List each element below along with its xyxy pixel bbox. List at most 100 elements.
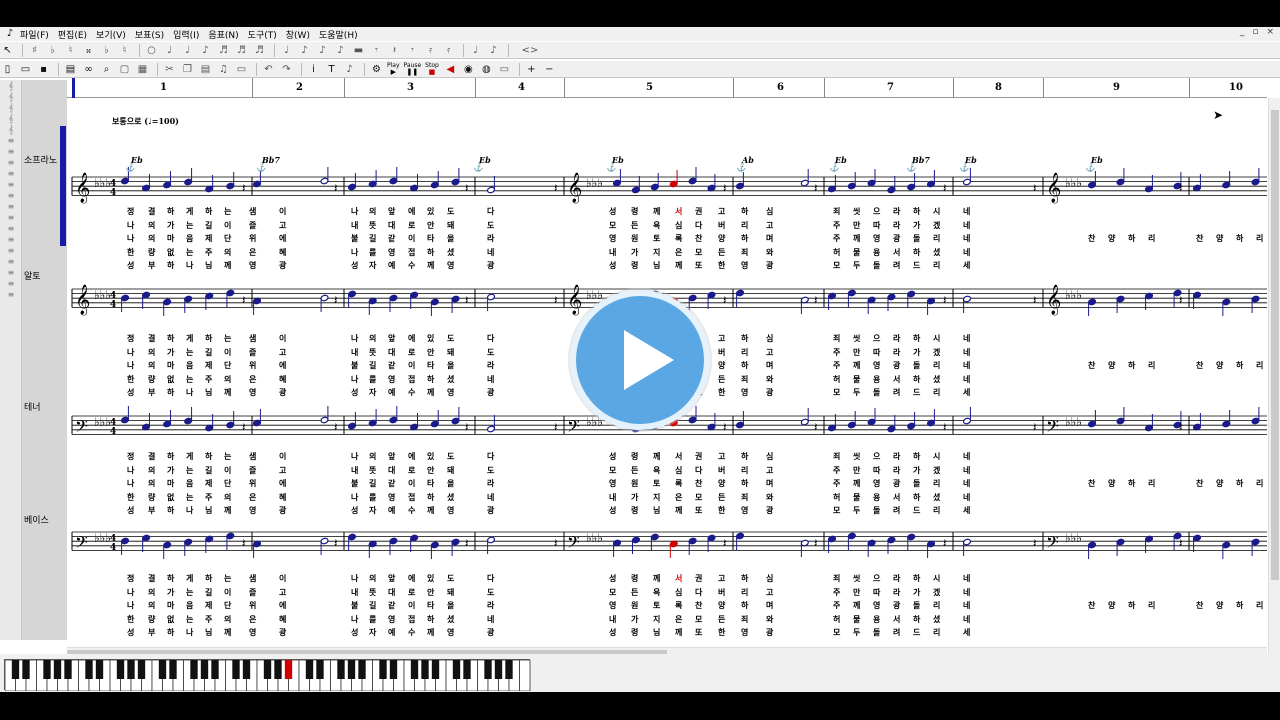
triplet-note-icon[interactable]: ♪ (315, 43, 330, 58)
half-note-icon[interactable]: ♩ (162, 43, 177, 58)
piano-black-key[interactable] (358, 660, 366, 679)
staff-icon[interactable]: ≡ (0, 267, 22, 278)
quarter-rest-icon[interactable]: 𝄽 (387, 43, 402, 58)
whole-note-icon[interactable]: ○ (144, 43, 159, 58)
piano-black-key[interactable] (190, 660, 198, 679)
piano-black-key[interactable] (431, 660, 440, 679)
piano-black-key[interactable] (379, 660, 387, 679)
piano-black-key[interactable] (337, 660, 345, 679)
staff-icon[interactable]: ≡ (0, 245, 22, 256)
half-rest-icon[interactable]: 𝄾 (369, 43, 384, 58)
clef-icon[interactable]: 𝄞 (0, 102, 22, 113)
sixteenth-note-icon[interactable]: ♬ (216, 43, 231, 58)
video-play-button[interactable] (570, 290, 710, 430)
piano-black-key[interactable] (410, 660, 419, 679)
clef-icon[interactable]: 𝄞 (0, 113, 22, 124)
menu-note[interactable]: 음표(N) (208, 28, 238, 41)
piano-black-key[interactable] (284, 660, 293, 679)
whole-rest-icon[interactable]: ▬ (351, 43, 366, 58)
staff-icon[interactable]: ≡ (0, 179, 22, 190)
staff-icon[interactable]: ≡ (0, 289, 22, 300)
minimize-button[interactable]: _ (1240, 27, 1245, 37)
metronome-icon[interactable]: ⚙ (369, 62, 384, 77)
piano-black-key[interactable] (64, 660, 72, 679)
open-file-icon[interactable]: ▭ (18, 62, 33, 77)
piano-black-key[interactable] (158, 660, 167, 679)
delete-icon[interactable]: ▭ (234, 62, 249, 77)
staff-icon[interactable]: ≡ (0, 168, 22, 179)
staff-icon[interactable]: ≡ (0, 234, 22, 245)
piano-black-key[interactable] (127, 660, 135, 679)
track-label-alto[interactable]: 알토 (24, 269, 41, 282)
export-icon[interactable]: ▦ (135, 62, 150, 77)
staff-icon[interactable]: ≡ (0, 135, 22, 146)
measure-ruler[interactable]: 1 2 3 4 5 6 7 8 9 10 (67, 78, 1267, 98)
insert-measure-icon[interactable]: ♫ (216, 62, 231, 77)
vertical-scroll-thumb[interactable] (1271, 110, 1279, 580)
close-button[interactable]: × (1266, 27, 1274, 37)
grace-note-icon[interactable]: ♪ (297, 43, 312, 58)
piano-black-key[interactable] (43, 660, 51, 679)
piano-black-key[interactable] (347, 660, 356, 679)
piano-black-key[interactable] (421, 660, 429, 679)
piano-black-key[interactable] (200, 660, 209, 679)
piano-black-key[interactable] (137, 660, 146, 679)
menu-help[interactable]: 도움말(H) (319, 28, 358, 41)
pause-button[interactable]: Pause ❚❚ (404, 62, 422, 76)
eighth-note-icon[interactable]: ♪ (198, 43, 213, 58)
natural-icon[interactable]: ♮ (63, 43, 78, 58)
print-icon[interactable]: ▤ (63, 62, 78, 77)
menu-tools[interactable]: 도구(T) (248, 28, 277, 41)
tie-note-icon[interactable]: ♪ (333, 43, 348, 58)
menu-staff[interactable]: 보표(S) (135, 28, 164, 41)
record-icon[interactable]: ◀ (443, 62, 458, 77)
stop-button[interactable]: Stop ■ (425, 62, 439, 76)
piano-keys[interactable] (4, 659, 531, 692)
rest-icon[interactable]: 𝄿 (441, 43, 456, 58)
staff-icon[interactable]: ≡ (0, 201, 22, 212)
vertical-scrollbar[interactable] (1268, 98, 1280, 673)
staff-icon[interactable]: ≡ (0, 212, 22, 223)
track-label-bass[interactable]: 베이스 (24, 513, 49, 526)
accidental-icon[interactable]: ♮ (117, 43, 132, 58)
piano-black-key[interactable] (11, 660, 20, 679)
lyric-icon[interactable]: i (306, 62, 321, 77)
undo-icon[interactable]: ↶ (261, 62, 276, 77)
select-tool-icon[interactable]: ↖ (0, 43, 15, 58)
piano-black-key[interactable] (463, 660, 471, 679)
piano-black-key[interactable] (484, 660, 492, 679)
copy-icon[interactable]: ❐ (180, 62, 195, 77)
page-icon[interactable]: ▢ (117, 62, 132, 77)
sixteenth-rest-icon[interactable]: 𝄿 (423, 43, 438, 58)
menu-input[interactable]: 입력(I) (173, 28, 199, 41)
track-label-soprano[interactable]: 소프라노 (24, 153, 57, 166)
menu-edit[interactable]: 편집(E) (58, 28, 87, 41)
staff-icon[interactable]: ≡ (0, 256, 22, 267)
piano-black-key[interactable] (452, 660, 461, 679)
piano-black-key[interactable] (242, 660, 251, 679)
clef-icon[interactable]: 𝄞 (0, 124, 22, 135)
piano-black-key[interactable] (95, 660, 104, 679)
staff-icon[interactable]: ≡ (0, 278, 22, 289)
piano-black-key[interactable] (263, 660, 272, 679)
track-label-tenor[interactable]: 테너 (24, 400, 41, 413)
stem-up-icon[interactable]: ♩ (468, 43, 483, 58)
stem-down-icon[interactable]: ♪ (486, 43, 501, 58)
piano-black-key[interactable] (274, 660, 282, 679)
clef-icon[interactable]: 𝄞 (0, 80, 22, 91)
piano-black-key[interactable] (22, 660, 30, 679)
print-preview-icon[interactable]: ∞ (81, 62, 96, 77)
double-sharp-icon[interactable]: 𝄪 (81, 43, 96, 58)
thirty-second-note-icon[interactable]: ♬ (234, 43, 249, 58)
piano-black-key[interactable] (211, 660, 219, 679)
quarter-note-icon[interactable]: ♩ (180, 43, 195, 58)
crescendo-icon[interactable]: <> (513, 43, 547, 58)
eighth-rest-icon[interactable]: 𝄾 (405, 43, 420, 58)
piano-black-key[interactable] (85, 660, 93, 679)
piano-black-key[interactable] (305, 660, 314, 679)
staff-icon[interactable]: ≡ (0, 146, 22, 157)
piano-black-key[interactable] (116, 660, 125, 679)
play-button[interactable]: Play ▶ (387, 62, 400, 76)
piano-black-key[interactable] (169, 660, 177, 679)
piano-keyboard[interactable] (4, 659, 531, 692)
